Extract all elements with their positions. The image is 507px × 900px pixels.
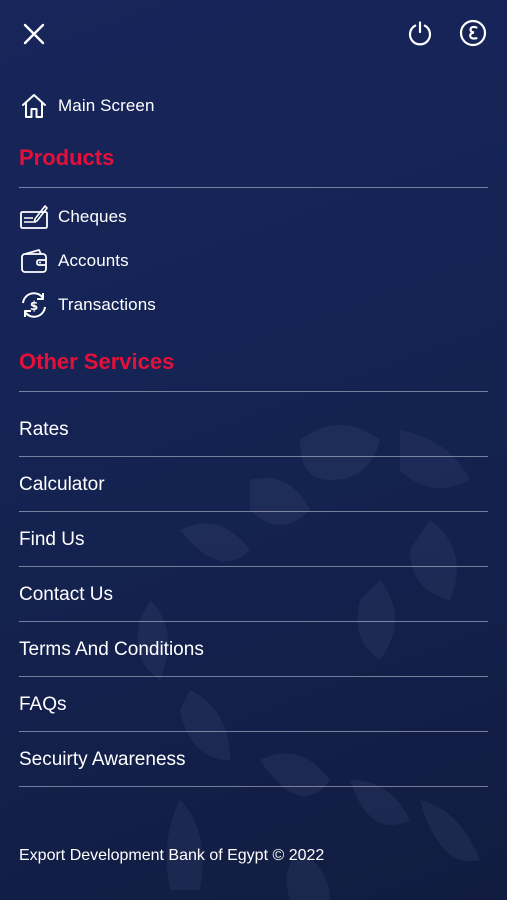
footer-copyright: Export Development Bank of Egypt © 2022 [19,847,325,864]
cheques-label: Cheques [58,207,127,226]
cheque-icon [19,202,49,232]
security-awareness-label: Secuirty Awareness [19,749,186,770]
security-awareness-item[interactable]: Secuirty Awareness [19,733,488,787]
main-screen-label: Main Screen [58,96,155,115]
calculator-label: Calculator [19,474,105,495]
products-title: Products [19,145,115,170]
wallet-icon [19,246,49,276]
terms-item[interactable]: Terms And Conditions [19,623,488,677]
divider [19,786,488,787]
divider [19,621,488,622]
contact-us-label: Contact Us [19,584,113,605]
divider [19,566,488,567]
terms-label: Terms And Conditions [19,639,204,660]
exchange-icon: $ [19,290,49,320]
svg-text:$: $ [30,299,38,313]
divider [19,676,488,677]
transactions-label: Transactions [58,295,156,314]
cheques-item[interactable]: Cheques [19,202,127,232]
faqs-item[interactable]: FAQs [19,678,488,732]
accounts-item[interactable]: Accounts [19,246,129,276]
egyptian-pound-icon[interactable] [453,13,493,53]
home-icon [19,91,49,121]
divider [19,456,488,457]
calculator-item[interactable]: Calculator [19,458,488,512]
find-us-label: Find Us [19,529,85,550]
rates-item[interactable]: Rates [19,403,488,457]
faqs-label: FAQs [19,694,67,715]
transactions-item[interactable]: $ Transactions [19,290,156,320]
main-screen-item[interactable]: Main Screen [19,91,155,121]
divider [19,511,488,512]
accounts-label: Accounts [58,251,129,270]
top-bar [0,0,507,70]
contact-us-item[interactable]: Contact Us [19,568,488,622]
products-divider [19,187,488,188]
divider [19,731,488,732]
close-icon[interactable] [14,14,54,54]
find-us-item[interactable]: Find Us [19,513,488,567]
other-services-title: Other Services [19,349,175,374]
other-services-divider [19,391,488,392]
rates-label: Rates [19,419,69,440]
power-icon[interactable] [400,13,440,53]
